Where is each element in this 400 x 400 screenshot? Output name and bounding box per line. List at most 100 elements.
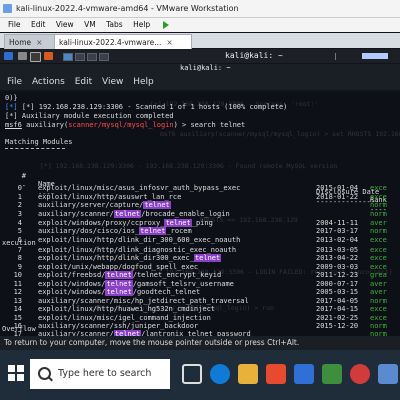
panel-separator (335, 53, 336, 60)
tab-kali-vm[interactable]: kali-linux-2022.4-vmware... × (54, 34, 192, 50)
mail-icon[interactable] (294, 364, 314, 384)
xbox-icon[interactable] (322, 364, 342, 384)
row-number: 9 (17, 263, 22, 271)
file-explorer-icon[interactable] (238, 364, 258, 384)
table-row: 2 auxiliary/server/capture/telnet norm (0, 201, 400, 210)
module-name: auxiliary/dos/cisco/ios_telnet_rocem (38, 227, 192, 235)
rank: exce (370, 254, 387, 262)
workspace-4[interactable] (99, 53, 109, 61)
terminal-title: kali@kali: ~ (180, 64, 231, 72)
workspace-2[interactable] (75, 53, 85, 61)
table-row: 3 auxiliary/scanner/telnet/brocade_enable… (0, 210, 400, 219)
window-titlebar: kali-linux-2022.4-vmware-amd64 - VMware … (0, 0, 400, 18)
section-underline (5, 147, 65, 149)
term-menu-view[interactable]: View (102, 77, 123, 87)
menu-view[interactable]: View (56, 20, 74, 29)
edge-icon[interactable] (210, 364, 230, 384)
term-menu-help[interactable]: Help (133, 77, 154, 87)
tab-kali-label: kali-linux-2022.4-vmware... (59, 38, 162, 47)
row-number: 0 (17, 184, 22, 192)
search-icon (38, 367, 51, 380)
menu-tabs[interactable]: Tabs (106, 20, 123, 29)
rank: norm (370, 201, 387, 209)
windows-taskbar: Type here to search (0, 350, 400, 400)
rank: aver (370, 288, 387, 296)
wrapped-text: Overflow (2, 325, 36, 333)
menu-edit[interactable]: Edit (31, 20, 46, 29)
disclosure-date: 2017-04-05 (316, 297, 359, 305)
row-number: 12 (13, 288, 22, 296)
menu-file[interactable]: File (8, 20, 21, 29)
table-header-rule: - ---- --------------- ---- (21, 182, 387, 214)
rank: exce (370, 314, 387, 322)
kali-top-panel: kali@kali: ~ (0, 49, 400, 63)
disclosure-date: 2011-12-23 (316, 271, 359, 279)
disclosure-date: 2021-02-25 (316, 314, 359, 322)
terminal-menubar: File Actions Edit View Help (0, 74, 400, 90)
kali-menu-icon[interactable] (4, 52, 13, 60)
close-icon[interactable]: × (166, 38, 172, 47)
row-number: 14 (13, 305, 22, 313)
row-number: 7 (17, 246, 22, 254)
term-menu-edit[interactable]: Edit (75, 77, 92, 87)
disclosure-date: 2000-07-17 (316, 280, 359, 288)
terminal-icon[interactable] (30, 52, 41, 62)
files-icon[interactable] (18, 52, 27, 60)
power-on-icon[interactable] (162, 21, 169, 29)
module-name: exploit/linux/http/dlink_dir_300_600_exe… (38, 236, 241, 244)
table-header: # Name Disclosure Date Rank (21, 172, 387, 204)
disclosure-date: 2017-03-17 (316, 227, 359, 235)
workspace-1[interactable] (63, 53, 73, 61)
term-menu-file[interactable]: File (7, 77, 22, 87)
output-line: 0)} (5, 94, 18, 102)
disclosure-date: 2015-12-20 (316, 322, 359, 330)
close-icon[interactable]: × (36, 38, 42, 47)
rank: norm (370, 297, 387, 305)
done-line: [*] Auxiliary module execution completed (5, 112, 174, 120)
rank: norm (370, 210, 387, 218)
vmware-taskbar-icon[interactable] (378, 364, 398, 384)
rank: exce (370, 193, 387, 201)
windows-start-icon[interactable] (8, 365, 26, 383)
row-number: 3 (17, 210, 22, 218)
ghost-line: msf6 auxiliary(scanner/mysql/mysql_login… (160, 130, 400, 138)
module-name: exploit/linux/http/huawei_hg532n_cmdinje… (38, 305, 216, 313)
term-menu-actions[interactable]: Actions (32, 77, 65, 87)
module-name: exploit/freebsd/telnet/telnet_encrypt_ke… (38, 271, 222, 279)
chrome-icon[interactable] (350, 364, 370, 384)
search-placeholder: Type here to search (58, 368, 152, 379)
rank: grea (370, 271, 387, 279)
menu-vm[interactable]: VM (84, 20, 96, 29)
workspace-3[interactable] (87, 53, 97, 61)
store-icon[interactable] (266, 364, 286, 384)
task-view-icon[interactable] (182, 364, 202, 384)
menu-help[interactable]: Help (133, 20, 150, 29)
terminal-output[interactable]: [+] 192.168.238.129:3306 - Success: 'roo… (0, 92, 400, 336)
rank: norm (370, 227, 387, 235)
wrapped-text: xecution (2, 239, 36, 247)
firefox-icon[interactable] (44, 52, 53, 60)
taskbar-search-box[interactable]: Type here to search (30, 359, 170, 389)
system-tray[interactable] (362, 53, 388, 59)
table-row: 5 auxiliary/dos/cisco/ios_telnet_rocem 201… (0, 227, 400, 236)
rank: exce (370, 263, 387, 271)
disclosure-date: 2015-01-04 (316, 184, 359, 192)
tab-home[interactable]: Home × (4, 34, 58, 50)
rank: exce (370, 184, 387, 192)
window-title: kali-linux-2022.4-vmware-amd64 - VMware … (16, 4, 239, 13)
module-name: exploit/unix/webapp/dogfood_spell_exec (38, 263, 199, 271)
rank: norm (370, 322, 387, 330)
table-row: 8 exploit/linux/http/dlink_dir300_exec_te… (0, 254, 400, 263)
table-row: 10 exploit/freebsd/telnet/telnet_encrypt_… (0, 271, 400, 280)
rank: exce (370, 246, 387, 254)
terminal-titlebar: kali@kali: ~ (0, 64, 400, 74)
disclosure-date: 2013-03-05 (316, 246, 359, 254)
vmware-status-bar: To return to your computer, move the mou… (0, 336, 400, 350)
disclosure-date: 2017-04-15 (316, 305, 359, 313)
module-name: exploit/linux/misc/igel_command_injectio… (38, 314, 211, 322)
module-name: auxiliary/server/capture/telnet (38, 201, 171, 209)
module-name: exploit/linux/http/asuswrt_lan_rce (38, 193, 182, 201)
disclosure-date: 2013-02-04 (316, 236, 359, 244)
module-name: auxiliary/scanner/misc/hp_jetdirect_path… (38, 297, 249, 305)
row-number: 4 (17, 219, 22, 227)
